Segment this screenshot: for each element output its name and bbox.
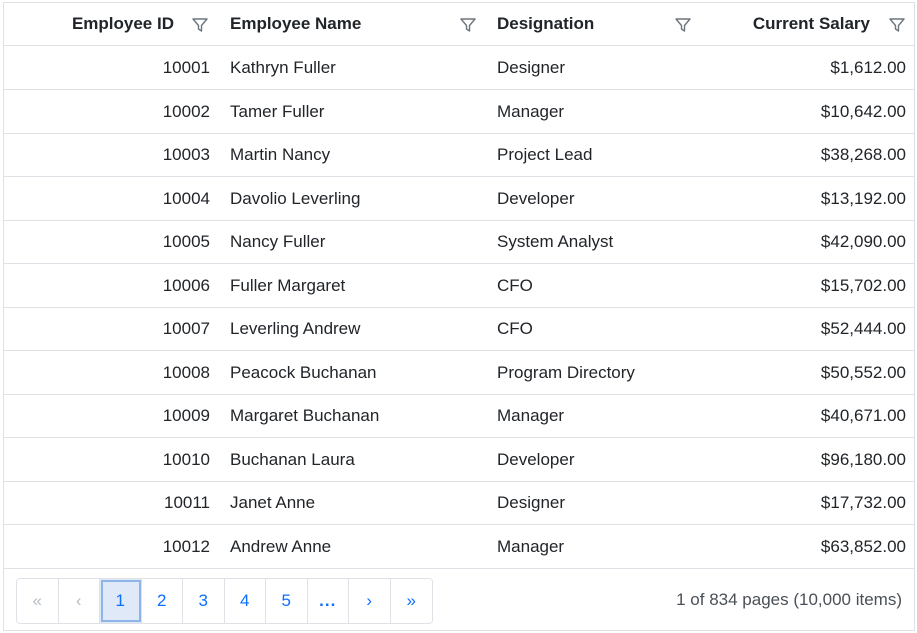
employee-id-cell: 10012 <box>162 537 210 556</box>
column-header-designation[interactable]: Designation <box>497 3 697 45</box>
table-row[interactable]: 10002 Tamer Fuller Manager $10,642.00 <box>4 90 914 134</box>
table-row[interactable]: 10001 Kathryn Fuller Designer $1,612.00 <box>4 46 914 90</box>
employee-name-cell: Tamer Fuller <box>230 102 325 121</box>
filter-icon[interactable] <box>674 16 692 34</box>
employee-id-cell: 10008 <box>162 363 210 382</box>
filter-icon[interactable] <box>459 16 477 34</box>
column-header-label: Employee Name <box>230 14 362 33</box>
salary-cell: $38,268.00 <box>820 145 906 164</box>
table-row[interactable]: 10005 Nancy Fuller System Analyst $42,09… <box>4 220 914 264</box>
salary-cell: $52,444.00 <box>820 319 906 338</box>
employee-name-cell: Leverling Andrew <box>230 319 361 338</box>
salary-cell: $15,702.00 <box>820 276 906 295</box>
column-header-label: Employee ID <box>71 14 174 33</box>
employee-name-cell: Davolio Leverling <box>230 189 361 208</box>
column-header-current-salary[interactable]: Current Salary <box>704 3 906 45</box>
page-button-3[interactable]: 3 <box>183 579 225 623</box>
table-row[interactable]: 10007 Leverling Andrew CFO $52,444.00 <box>4 307 914 351</box>
column-header-employee-name[interactable]: Employee Name <box>230 3 480 45</box>
employee-name-cell: Buchanan Laura <box>230 450 355 469</box>
grid-header: Employee ID Employee Name Designation Cu… <box>4 3 914 46</box>
salary-cell: $10,642.00 <box>820 102 906 121</box>
salary-cell: $96,180.00 <box>820 450 906 469</box>
table-row[interactable]: 10004 Davolio Leverling Developer $13,19… <box>4 177 914 221</box>
filter-icon[interactable] <box>191 16 209 34</box>
last-page-button[interactable]: » <box>390 579 432 623</box>
employee-id-cell: 10004 <box>162 189 210 208</box>
filter-icon[interactable] <box>888 16 906 34</box>
table-row[interactable]: 10011 Janet Anne Designer $17,732.00 <box>4 481 914 525</box>
salary-cell: $40,671.00 <box>820 406 906 425</box>
employee-name-cell: Andrew Anne <box>230 537 332 556</box>
employee-id-cell: 10005 <box>162 232 210 251</box>
table-row[interactable]: 10008 Peacock Buchanan Program Directory… <box>4 351 914 395</box>
pagination: « ‹ 1 2 3 4 5 ... › » <box>16 578 433 624</box>
employee-name-cell: Peacock Buchanan <box>230 363 377 382</box>
salary-cell: $63,852.00 <box>820 537 906 556</box>
previous-page-button[interactable]: ‹ <box>58 579 100 623</box>
salary-cell: $1,612.00 <box>830 58 906 77</box>
data-grid: Employee ID Employee Name Designation Cu… <box>3 2 915 631</box>
table-row[interactable]: 10006 Fuller Margaret CFO $15,702.00 <box>4 264 914 308</box>
employee-id-cell: 10003 <box>162 145 210 164</box>
employee-id-cell: 10009 <box>162 406 210 425</box>
next-page-button[interactable]: › <box>349 579 391 623</box>
table-row[interactable]: 10009 Margaret Buchanan Manager $40,671.… <box>4 394 914 438</box>
employee-id-cell: 10002 <box>162 102 210 121</box>
salary-cell: $13,192.00 <box>820 189 906 208</box>
page-button-5[interactable]: 5 <box>266 579 308 623</box>
employee-id-cell: 10010 <box>162 450 210 469</box>
page-button-1[interactable]: 1 <box>100 579 142 623</box>
more-pages-button[interactable]: ... <box>307 579 349 623</box>
pager-info: 1 of 834 pages (10,000 items) <box>676 590 902 609</box>
employee-name-cell: Martin Nancy <box>230 145 331 164</box>
salary-cell: $42,090.00 <box>820 232 906 251</box>
employee-name-cell: Nancy Fuller <box>230 232 326 251</box>
employee-id-cell: 10001 <box>162 58 210 77</box>
table-row[interactable]: 10012 Andrew Anne Manager $63,852.00 <box>4 525 914 569</box>
salary-cell: $50,552.00 <box>820 363 906 382</box>
page-button-4[interactable]: 4 <box>224 579 266 623</box>
table-row[interactable]: 10010 Buchanan Laura Developer $96,180.0… <box>4 438 914 482</box>
employee-id-cell: 10006 <box>162 276 210 295</box>
employee-name-cell: Fuller Margaret <box>230 276 346 295</box>
column-header-employee-id[interactable]: Employee ID <box>4 3 210 45</box>
salary-cell: $17,732.00 <box>820 493 906 512</box>
employee-id-cell: 10011 <box>163 493 210 512</box>
table-row[interactable]: 10003 Martin Nancy Project Lead $38,268.… <box>4 133 914 177</box>
column-header-label: Designation <box>497 14 595 33</box>
employee-name-cell: Margaret Buchanan <box>230 406 380 425</box>
column-header-label: Current Salary <box>752 14 870 33</box>
employee-name-cell: Janet Anne <box>230 493 316 512</box>
employee-id-cell: 10007 <box>162 319 210 338</box>
employee-name-cell: Kathryn Fuller <box>230 58 336 77</box>
first-page-button[interactable]: « <box>17 579 59 623</box>
page-button-2[interactable]: 2 <box>141 579 183 623</box>
